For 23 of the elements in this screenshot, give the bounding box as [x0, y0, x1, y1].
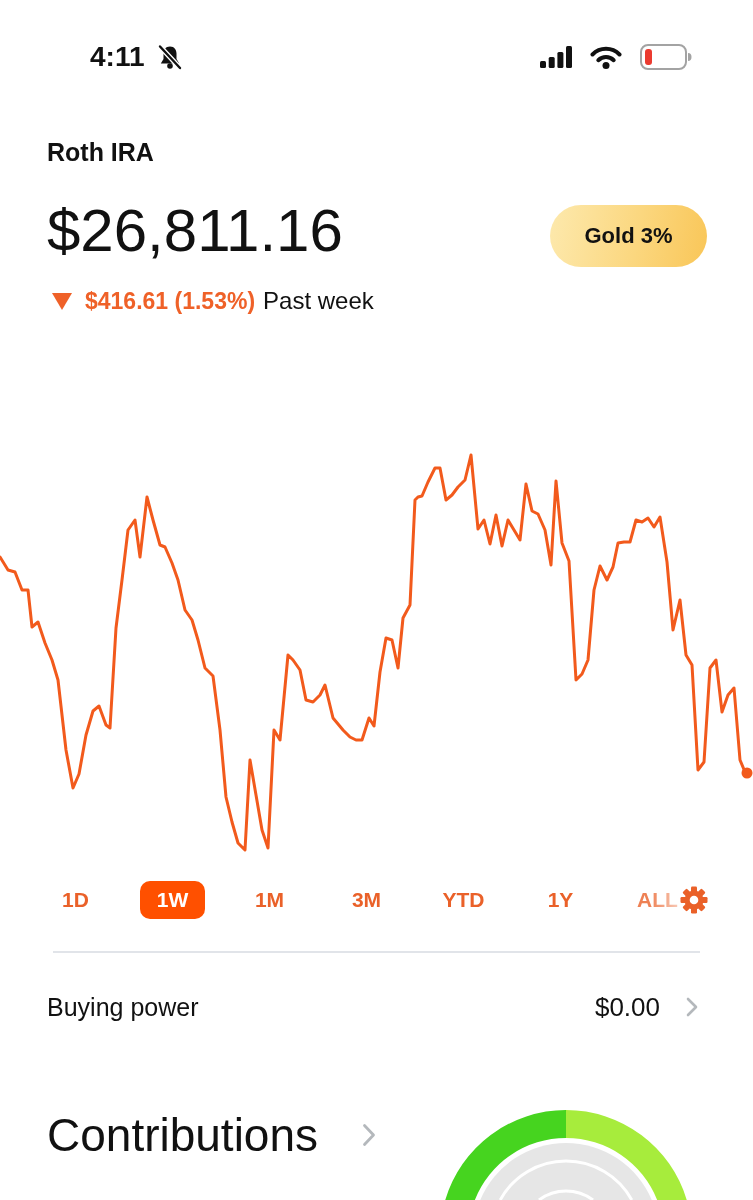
signal-icon — [540, 46, 572, 68]
account-value: $26,811.16 — [47, 198, 343, 264]
range-tab[interactable]: YTD — [442, 881, 485, 919]
membership-tier-button[interactable]: Gold 3% — [550, 205, 707, 267]
chevron-right-icon[interactable] — [362, 1123, 377, 1147]
change-amount: $416.61 (1.53%) — [85, 287, 256, 316]
account-name: Roth IRA — [47, 137, 154, 167]
change-period: Past week — [263, 286, 374, 316]
range-tab[interactable]: 1Y — [547, 881, 574, 919]
range-tab[interactable]: 3M — [351, 881, 382, 919]
settings-icon[interactable] — [680, 886, 708, 914]
range-tab[interactable]: 1W — [139, 881, 206, 919]
end-point-icon — [741, 767, 753, 779]
range-tab[interactable]: 1M — [254, 881, 285, 919]
buying-power-label: Buying power — [47, 992, 199, 1023]
battery-icon — [640, 44, 692, 70]
buying-power-value: $0.00 — [594, 991, 660, 1023]
contributions-title: Contributions — [47, 1108, 319, 1163]
range-tab[interactable]: 1D — [62, 881, 89, 919]
wifi-icon — [590, 45, 622, 69]
status-time: 4:11 — [90, 42, 145, 72]
chevron-right-icon[interactable] — [686, 997, 698, 1017]
range-tab[interactable]: ALL — [637, 881, 678, 919]
